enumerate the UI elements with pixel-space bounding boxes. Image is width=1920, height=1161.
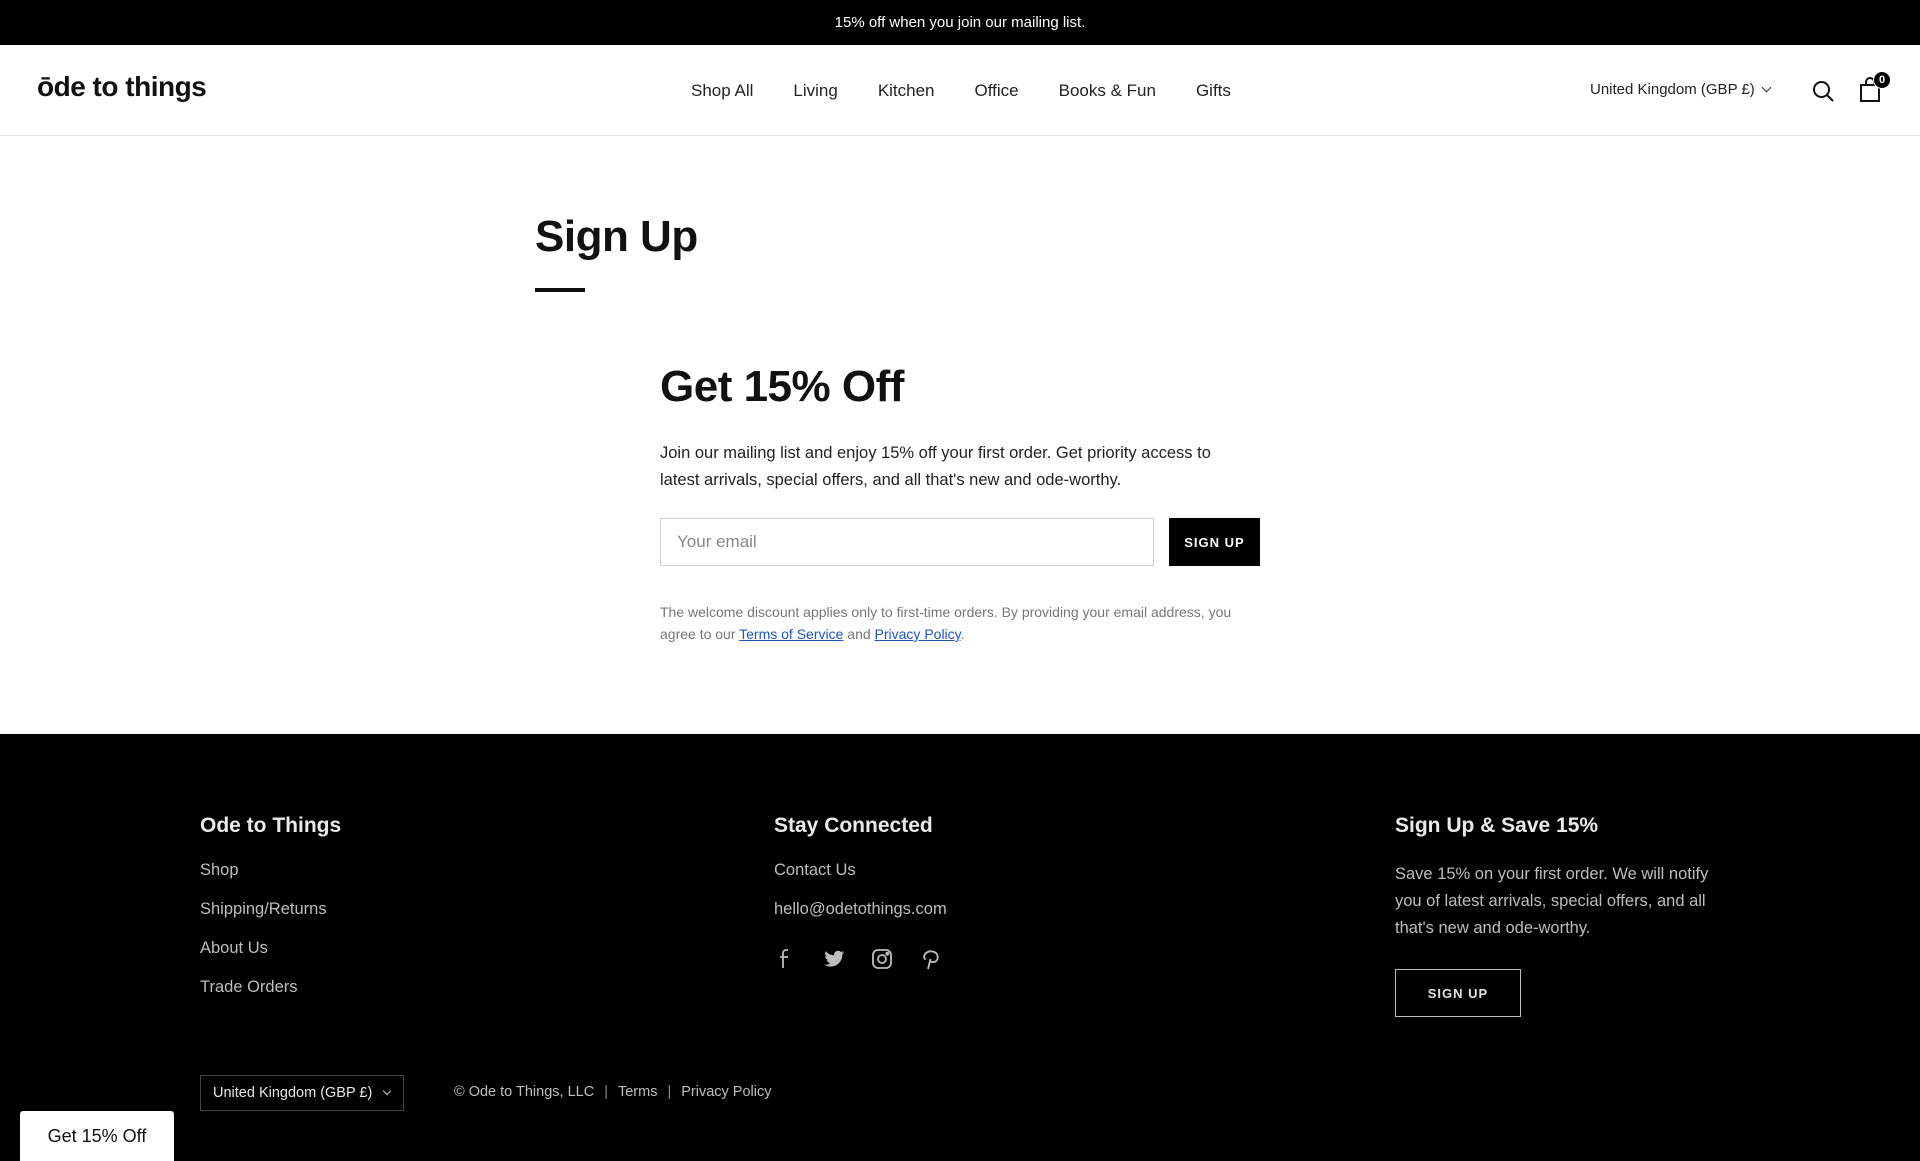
separator: | — [604, 1084, 608, 1100]
email-field[interactable] — [660, 518, 1154, 566]
footer-country-label: United Kingdom (GBP £) — [213, 1085, 373, 1101]
offer-heading: Get 15% Off — [660, 362, 904, 411]
footer-signup-title: Sign Up & Save 15% — [1395, 814, 1599, 837]
nav-item-gifts[interactable]: Gifts — [1196, 81, 1231, 101]
main-nav: Shop All Living Kitchen Office Books & F… — [691, 81, 1231, 101]
discount-popup-tab[interactable]: Get 15% Off — [20, 1111, 174, 1161]
disclaimer-and: and — [843, 626, 875, 642]
footer-link-trade-orders[interactable]: Trade Orders — [200, 978, 341, 997]
instagram-icon[interactable] — [870, 947, 894, 971]
facebook-icon[interactable] — [774, 947, 798, 971]
terms-of-service-link[interactable]: Terms of Service — [739, 626, 843, 642]
offer-description: Join our mailing list and enjoy 15% off … — [660, 444, 1211, 489]
nav-item-shop-all[interactable]: Shop All — [691, 81, 753, 101]
announcement-text: 15% off when you join our mailing list. — [834, 14, 1086, 31]
announcement-bar: 15% off when you join our mailing list. — [0, 0, 1920, 45]
footer-signup-button[interactable]: SIGN UP — [1395, 969, 1521, 1017]
nav-item-office[interactable]: Office — [975, 81, 1019, 101]
footer-privacy-link[interactable]: Privacy Policy — [681, 1084, 771, 1100]
site-header: ōde to things Shop All Living Kitchen Of… — [0, 45, 1920, 136]
nav-item-books-fun[interactable]: Books & Fun — [1059, 81, 1156, 101]
social-links — [774, 947, 947, 971]
footer-link-shipping-returns[interactable]: Shipping/Returns — [200, 900, 341, 919]
footer-email-link[interactable]: hello@odetothings.com — [774, 900, 947, 919]
footer-brand-title: Ode to Things — [200, 814, 342, 837]
title-underline — [535, 288, 585, 292]
footer-col-connect: Stay Connected Contact Us hello@odetothi… — [774, 814, 947, 971]
signup-disclaimer: The welcome discount applies only to fir… — [660, 601, 1260, 645]
country-selector[interactable]: United Kingdom (GBP £) — [1590, 81, 1772, 98]
copyright-text: © Ode to Things, LLC — [454, 1084, 595, 1100]
footer-terms-link[interactable]: Terms — [618, 1084, 657, 1100]
chevron-down-icon — [1761, 82, 1772, 93]
footer-connect-title: Stay Connected — [774, 814, 933, 837]
search-icon[interactable] — [1811, 79, 1835, 103]
chevron-down-icon — [383, 1086, 392, 1096]
footer-country-selector[interactable]: United Kingdom (GBP £) — [200, 1075, 404, 1111]
footer-col-signup: Sign Up & Save 15% Save 15% on your firs… — [1395, 814, 1735, 1017]
footer-legal: © Ode to Things, LLC | Terms | Privacy P… — [454, 1084, 771, 1100]
disclaimer-period: . — [960, 626, 965, 642]
footer-link-shop[interactable]: Shop — [200, 861, 341, 880]
footer-link-about-us[interactable]: About Us — [200, 939, 341, 958]
twitter-icon[interactable] — [822, 947, 846, 971]
footer-link-contact-us[interactable]: Contact Us — [774, 861, 947, 880]
cart-count-badge: 0 — [1873, 71, 1891, 89]
footer-signup-text: Save 15% on your first order. We will no… — [1395, 865, 1709, 937]
privacy-policy-link[interactable]: Privacy Policy — [875, 626, 961, 642]
site-footer: Ode to Things Shop Shipping/Returns Abou… — [0, 734, 1920, 1161]
signup-button[interactable]: SIGN UP — [1169, 518, 1260, 566]
nav-item-living[interactable]: Living — [793, 81, 837, 101]
country-selector-label: United Kingdom (GBP £) — [1590, 81, 1755, 98]
nav-item-kitchen[interactable]: Kitchen — [878, 81, 935, 101]
pinterest-icon[interactable] — [918, 947, 942, 971]
page-title: Sign Up — [535, 212, 698, 261]
footer-col-brand: Ode to Things Shop Shipping/Returns Abou… — [200, 814, 341, 1017]
site-logo[interactable]: ōde to things — [37, 71, 207, 103]
separator: | — [667, 1084, 672, 1100]
